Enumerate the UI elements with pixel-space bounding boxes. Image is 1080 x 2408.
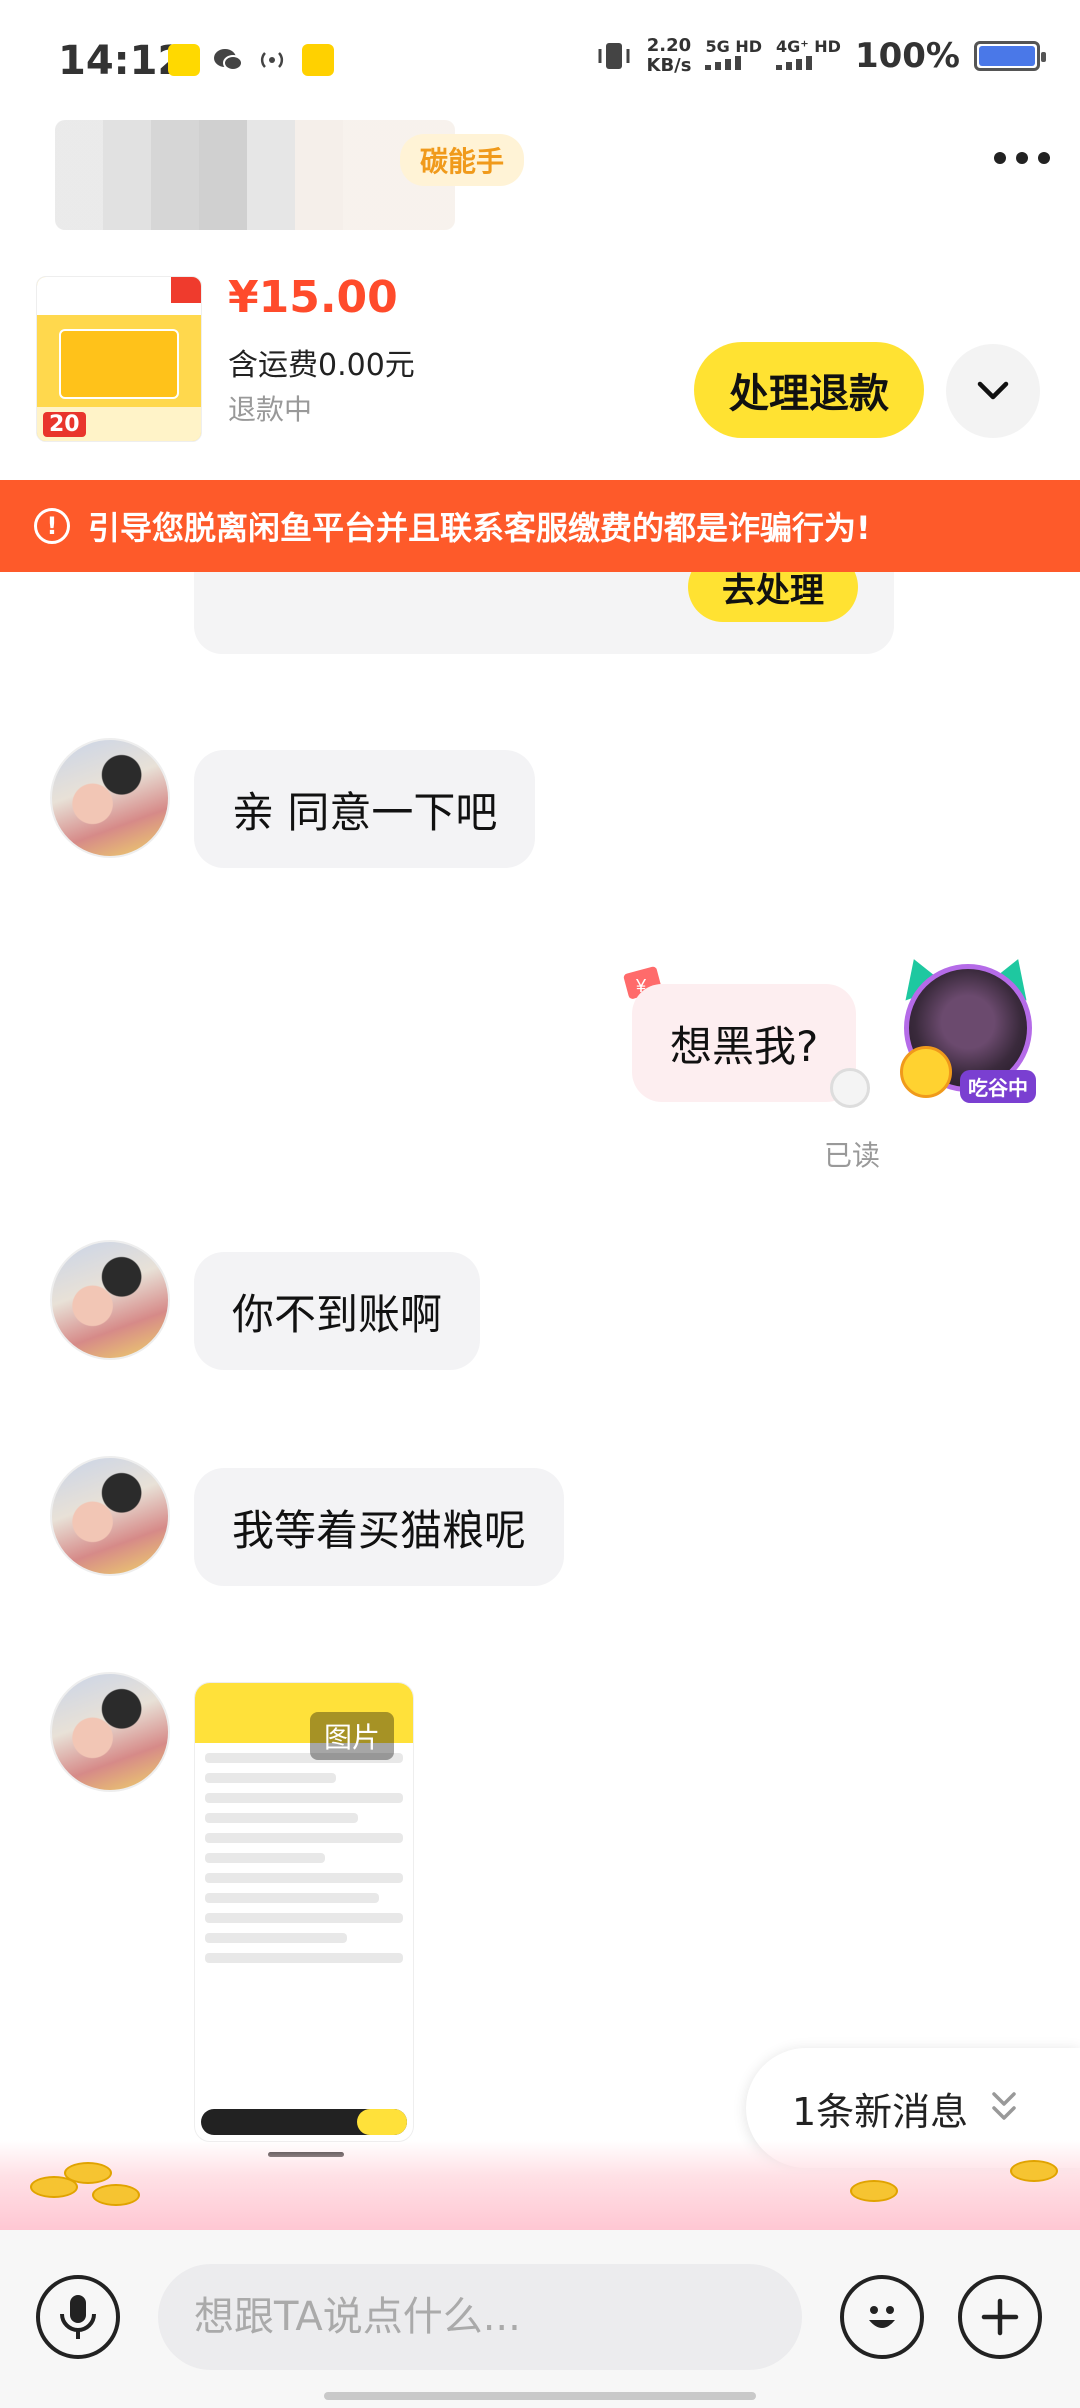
battery-percent: 100% [854, 36, 960, 76]
double-chevron-down-icon [992, 2092, 1016, 2120]
emoji-button[interactable] [840, 2275, 924, 2359]
sim1-signal: 5G HD [705, 38, 762, 74]
avatar[interactable] [50, 1240, 170, 1360]
input-bar [0, 2230, 1080, 2408]
avatar-tag: 吃谷中 [960, 1070, 1036, 1103]
chevron-down-icon [977, 381, 1009, 400]
avatar[interactable] [50, 1672, 170, 1792]
plus-button[interactable] [958, 2275, 1042, 2359]
emoji-icon [869, 2306, 895, 2328]
battery-icon [974, 41, 1046, 71]
user-badge: 碳能手 [400, 134, 525, 186]
message-bubble[interactable]: 你不到账啊 [194, 1252, 481, 1370]
fraud-warning-banner: ! 引导您脱离闲鱼平台并且联系客服缴费的都是诈骗行为! [0, 480, 1080, 572]
product-thumbnail[interactable]: 20 [36, 276, 202, 442]
more-horizontal-icon[interactable] [994, 152, 1050, 164]
voice-button[interactable] [36, 2275, 120, 2359]
hotspot-icon [256, 44, 288, 76]
message-bubble[interactable]: 我等着买猫粮呢 [194, 1468, 565, 1586]
order-price: ¥15.00 [228, 272, 398, 323]
vibrate-icon [598, 43, 630, 69]
status-time: 14:12 [58, 38, 186, 84]
warning-text: 引导您脱离闲鱼平台并且联系客服缴费的都是诈骗行为! [88, 509, 871, 547]
image-label: 图片 [310, 1712, 395, 1760]
emoji-sticker-icon [900, 1046, 952, 1098]
ghost-sticker-icon [830, 1068, 870, 1108]
sim2-signal: 4G⁺ HD [776, 38, 841, 74]
plus-icon [981, 2298, 1019, 2336]
avatar[interactable] [50, 1456, 170, 1576]
wechat-icon [212, 44, 244, 76]
thumbnail-tag: 20 [43, 412, 86, 437]
order-status: 退款中 [228, 393, 313, 426]
message-bubble[interactable]: 亲 同意一下吧 [194, 750, 536, 868]
home-indicator[interactable] [324, 2392, 756, 2400]
expand-order-button[interactable] [946, 344, 1040, 438]
chat-area[interactable]: 去处理 亲 同意一下吧 ¥ 想黑我? 吃谷中 已读 你不到账啊 我等着买猫粮呢 … [0, 572, 1080, 2222]
meituan-icon [302, 44, 334, 76]
new-messages-label: 1条新消息 [792, 2089, 969, 2134]
microphone-icon [60, 2295, 96, 2339]
festive-decoration [0, 2140, 1080, 2230]
status-right: 2.20 KB/s 5G HD 4G⁺ HD 100% [595, 35, 1046, 76]
read-receipt: 已读 [824, 1139, 881, 1172]
chat-header: 碳能手 [0, 110, 1080, 240]
alert-icon: ! [34, 508, 70, 544]
contact-name-blurred [55, 120, 455, 230]
order-card[interactable]: 20 ¥15.00 含运费0.00元 退款中 处理退款 [0, 262, 1080, 472]
go-handle-button[interactable]: 去处理 [688, 572, 858, 622]
avatar[interactable] [50, 738, 170, 858]
net-speed: 2.20 KB/s [646, 35, 692, 76]
my-message-bubble[interactable]: 想黑我? [632, 984, 857, 1102]
order-shipping: 含运费0.00元 [228, 348, 415, 383]
xianyu-icon [168, 44, 200, 76]
message-input[interactable] [158, 2264, 802, 2370]
handle-refund-button[interactable]: 处理退款 [694, 342, 924, 438]
